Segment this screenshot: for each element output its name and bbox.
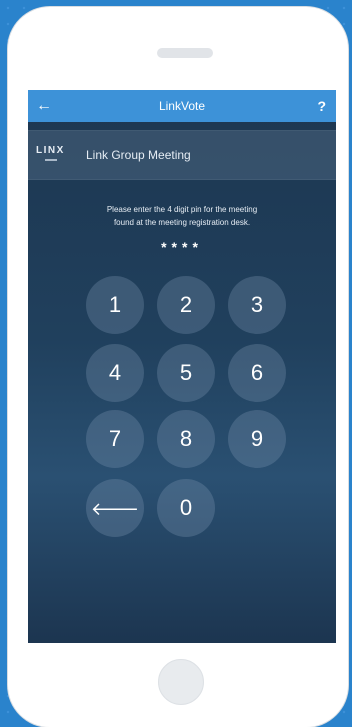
phone-frame: ← LinkVote ? LINX Link Group Meeting Ple… bbox=[8, 7, 348, 727]
key-4[interactable]: 4 bbox=[86, 344, 144, 402]
key-8[interactable]: 8 bbox=[157, 410, 215, 468]
home-button[interactable] bbox=[158, 659, 204, 705]
instructions-line-2: found at the meeting registration desk. bbox=[113, 218, 251, 227]
app-screen: ← LinkVote ? LINX Link Group Meeting Ple… bbox=[28, 90, 336, 643]
pin-entry-display: **** bbox=[161, 239, 203, 255]
meeting-name: Link Group Meeting bbox=[86, 148, 191, 162]
top-bar: ← LinkVote ? bbox=[28, 90, 336, 122]
help-icon[interactable]: ? bbox=[317, 96, 326, 116]
key-0[interactable]: 0 bbox=[157, 479, 215, 537]
key-9[interactable]: 9 bbox=[228, 410, 286, 468]
key-7[interactable]: 7 bbox=[86, 410, 144, 468]
pin-instructions: Please enter the 4 digit pin for the mee… bbox=[68, 203, 296, 229]
key-2[interactable]: 2 bbox=[157, 276, 215, 334]
phone-speaker bbox=[157, 48, 213, 58]
key-5[interactable]: 5 bbox=[157, 344, 215, 402]
key-6[interactable]: 6 bbox=[228, 344, 286, 402]
backspace-icon: 🡐 bbox=[90, 499, 140, 519]
key-3[interactable]: 3 bbox=[228, 276, 286, 334]
logo-text: LINX bbox=[36, 145, 65, 156]
backspace-key[interactable]: 🡐 bbox=[86, 479, 144, 537]
meeting-header: LINX Link Group Meeting bbox=[28, 130, 336, 180]
instructions-line-1: Please enter the 4 digit pin for the mee… bbox=[106, 205, 258, 214]
linx-logo: LINX bbox=[36, 145, 66, 167]
key-1[interactable]: 1 bbox=[86, 276, 144, 334]
logo-underline bbox=[45, 159, 57, 161]
app-title: LinkVote bbox=[158, 99, 206, 113]
